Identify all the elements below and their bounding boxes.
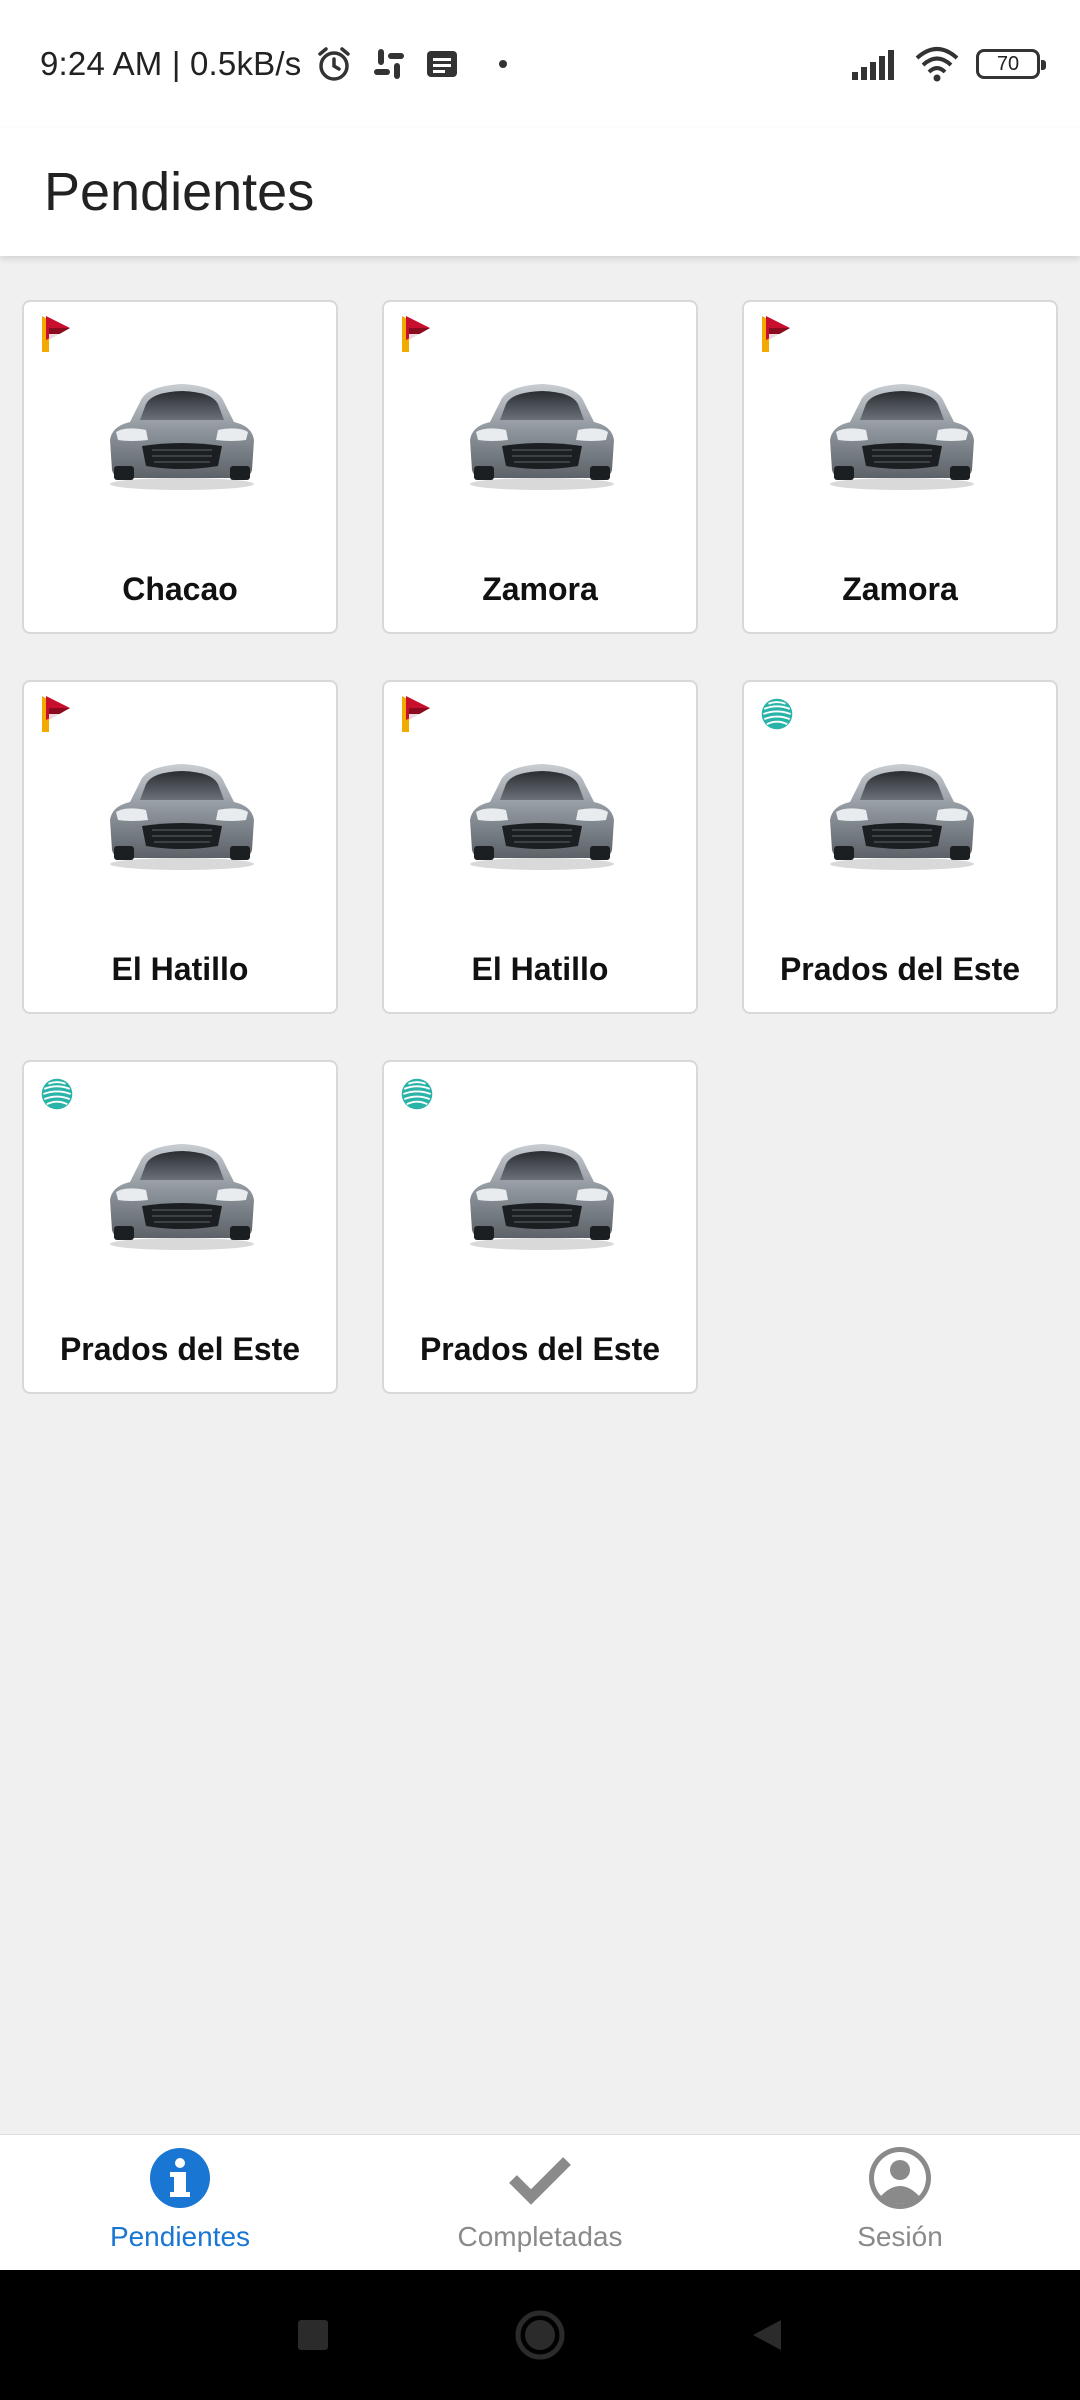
back-button[interactable] [737, 2305, 797, 2365]
card-label: Prados del Este [59, 1331, 301, 1367]
card-label: El Hatillo [111, 951, 249, 987]
location-card[interactable]: El Hatillo [382, 680, 698, 1014]
location-card[interactable]: Zamora [382, 300, 698, 634]
location-card[interactable]: Prados del Este [742, 680, 1058, 1014]
car-image [110, 764, 254, 870]
car-image [110, 384, 254, 490]
car-image [110, 1144, 254, 1250]
nav-label: Sesión [857, 2221, 943, 2252]
card-label: Zamora [482, 571, 598, 607]
nav-item-pendientes[interactable]: Pendientes [0, 2135, 360, 2270]
location-card[interactable]: Prados del Este [382, 1060, 698, 1394]
location-card[interactable]: Prados del Este [22, 1060, 338, 1394]
bottom-nav: Pendientes Completadas Sesión [0, 2134, 1080, 2270]
location-card[interactable]: Chacao [22, 300, 338, 634]
check-icon [509, 2157, 571, 2205]
p-logo-icon [762, 316, 790, 352]
info-icon [150, 2148, 210, 2208]
teal-sphere-logo-icon [401, 1078, 433, 1110]
p-logo-icon [402, 316, 430, 352]
teal-sphere-logo-icon [761, 698, 793, 730]
car-image [470, 1144, 614, 1250]
car-image [830, 384, 974, 490]
p-logo-icon [42, 316, 70, 352]
card-label: Zamora [842, 571, 958, 607]
car-image [830, 764, 974, 870]
notification-dot [499, 60, 508, 68]
circle-icon [515, 2310, 565, 2360]
alarm-icon [318, 47, 351, 81]
status-time: 9:24 AM | 0.5kB/s [40, 45, 302, 82]
p-logo-icon [402, 696, 430, 732]
card-label: Prados del Este [419, 1331, 661, 1367]
recents-button[interactable] [283, 2305, 343, 2365]
location-card[interactable]: Zamora [742, 300, 1058, 634]
back-triangle-icon [752, 2320, 781, 2350]
card-label: Prados del Este [779, 951, 1021, 987]
car-image [470, 764, 614, 870]
nav-item-sesion[interactable]: Sesión [720, 2135, 1080, 2270]
app-header: Pendientes [0, 128, 1080, 256]
card-grid: Chacao Zamora Zamora El Hatillo El Hatil… [22, 300, 1058, 1394]
message-icon [427, 51, 458, 77]
square-icon [298, 2320, 329, 2350]
location-card[interactable]: El Hatillo [22, 680, 338, 1014]
home-button[interactable] [510, 2305, 570, 2365]
system-nav-bar [0, 2270, 1080, 2400]
wifi-icon [915, 47, 959, 82]
slack-icon [374, 49, 405, 79]
card-label: El Hatillo [471, 951, 609, 987]
status-system-icons: 70 [850, 46, 1046, 82]
teal-sphere-logo-icon [41, 1078, 73, 1110]
card-label: Chacao [122, 571, 238, 607]
car-image [470, 384, 614, 490]
page-title: Pendientes [44, 162, 315, 222]
battery-icon: 70 [976, 49, 1046, 79]
status-bar: 9:24 AM | 0.5kB/s 70 [0, 0, 1080, 128]
signal-icon [852, 50, 894, 80]
nav-item-completadas[interactable]: Completadas [360, 2135, 720, 2270]
battery-level: 70 [996, 52, 1020, 75]
nav-label: Pendientes [109, 2221, 251, 2252]
nav-label: Completadas [457, 2221, 623, 2252]
account-icon [869, 2147, 931, 2209]
status-notification-icons [315, 45, 508, 83]
p-logo-icon [42, 696, 70, 732]
